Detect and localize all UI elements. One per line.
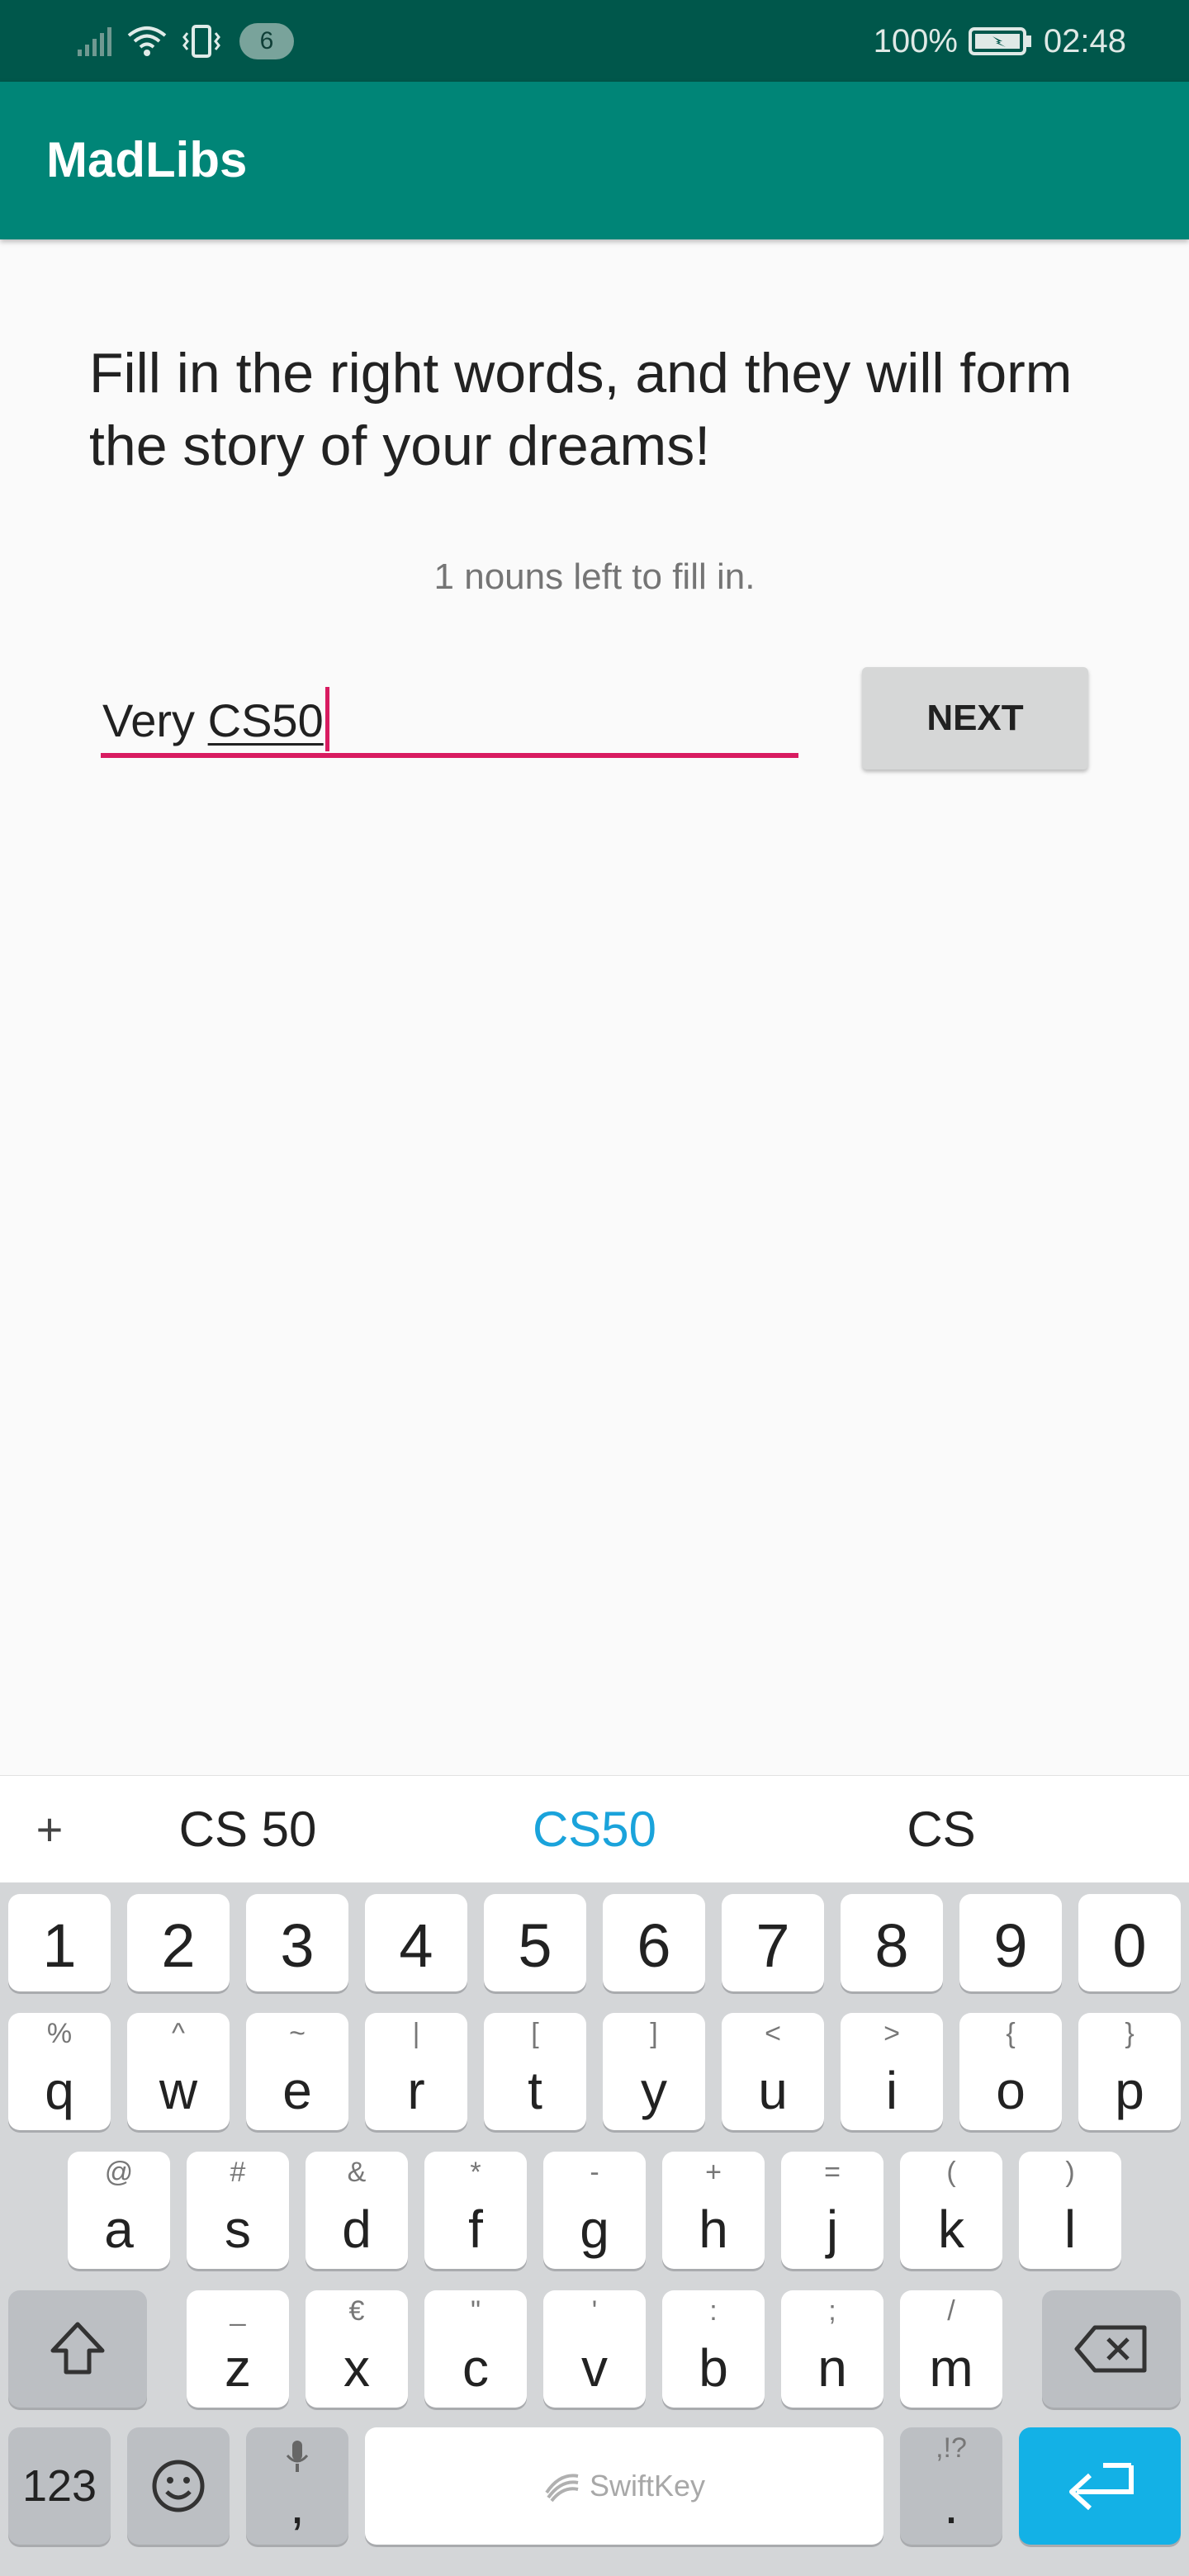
key-g[interactable]: -g [543,2152,646,2269]
key-v[interactable]: ' v [543,2290,646,2408]
key-a[interactable]: @ a [68,2152,170,2269]
space-brand-label: SwiftKey [589,2469,706,2503]
enter-key[interactable] [1019,2427,1181,2545]
key-9[interactable]: 9 [959,1894,1062,1991]
key-d[interactable]: & d [306,2152,408,2269]
vibrate-icon [182,25,220,58]
key-r[interactable]: | r [365,2013,467,2130]
next-button[interactable]: NEXT [862,667,1088,769]
suggestion-add-button[interactable]: + [25,1776,74,1883]
key-o[interactable]: {o [959,2013,1062,2130]
key-u[interactable]: < u [722,2013,824,2130]
key-b[interactable]: :b [662,2290,765,2408]
enter-icon [1019,2427,1181,2545]
swiftkey-logo: SwiftKey [365,2427,883,2545]
composing-text: CS50 [207,694,324,746]
status-bar: 6 100% 02:48 [0,0,1189,82]
status-icons-left: 6 [76,17,294,66]
key-6[interactable]: 6 [603,1894,705,1991]
clock: 02:48 [1043,22,1126,59]
key-m[interactable]: / m [900,2290,1002,2408]
key-4[interactable]: 4 [365,1894,467,1991]
wifi-icon [127,26,167,56]
suggestion-bar: + CS 50 CS50 CS [0,1775,1189,1882]
notification-count-badge: 6 [239,23,294,59]
key-3[interactable]: 3 [246,1894,348,1991]
key-0[interactable]: 0 [1078,1894,1181,1991]
key-j[interactable]: = j [781,2152,883,2269]
instruction-text: Fill in the right words, and they will f… [89,342,1073,477]
key-f[interactable]: * f [424,2152,527,2269]
app-title: MadLibs [46,132,248,187]
backspace-icon [1042,2290,1181,2408]
key-i[interactable]: > i [841,2013,943,2130]
word-input[interactable]: Very CS50 [101,669,798,758]
key-z[interactable]: _ z [187,2290,289,2408]
key-h[interactable]: + h [662,2152,765,2269]
key-l[interactable]: ) l [1019,2152,1121,2269]
key-q[interactable]: % q [8,2013,111,2130]
key-y[interactable]: ] y [603,2013,705,2130]
battery-percent: 100% [873,22,958,59]
microphone-icon [246,2439,348,2479]
key-k[interactable]: (k [900,2152,1002,2269]
word-input-value: Very CS50 [102,687,329,751]
key-c[interactable]: " c [424,2290,527,2408]
suggestion-right[interactable]: CS [809,1776,1073,1883]
suggestion-center[interactable]: CS50 [462,1776,727,1883]
signal-icon [78,27,111,56]
key-1[interactable]: 1 [8,1894,111,1991]
key-2[interactable]: 2 [127,1894,230,1991]
comma-key[interactable]: , [246,2427,348,2545]
key-t[interactable]: [t [484,2013,586,2130]
battery-charging-icon [968,27,1031,55]
keyboard: 1 2 3 4 5 6 7 8 9 0 % q ^ w ~ e | r [t ] y < u… [0,1882,1189,2576]
key-x[interactable]: € x [306,2290,408,2408]
key-5[interactable]: 5 [484,1894,586,1991]
text-cursor [324,687,329,751]
typed-text: Very [102,694,208,746]
app-bar: MadLibs [0,82,1189,239]
smiley-icon [127,2427,230,2545]
space-key[interactable]: SwiftKey [365,2427,883,2545]
key-e[interactable]: ~ e [246,2013,348,2130]
numbers-mode-key[interactable]: 123 [8,2427,111,2545]
backspace-key[interactable] [1042,2290,1181,2408]
key-s[interactable]: # s [187,2152,289,2269]
emoji-key[interactable] [127,2427,230,2545]
key-8[interactable]: 8 [841,1894,943,1991]
key-p[interactable]: } p [1078,2013,1181,2130]
shift-key[interactable] [8,2290,147,2408]
period-key[interactable]: ,!?. [900,2427,1002,2545]
suggestion-left[interactable]: CS 50 [116,1776,380,1883]
key-7[interactable]: 7 [722,1894,824,1991]
shift-icon [8,2290,147,2408]
key-n[interactable]: ; n [781,2290,883,2408]
nouns-remaining-text: 1 nouns left to fill in. [433,556,756,597]
status-icons-right: 100% 02:48 [874,17,1126,66]
key-w[interactable]: ^ w [127,2013,230,2130]
